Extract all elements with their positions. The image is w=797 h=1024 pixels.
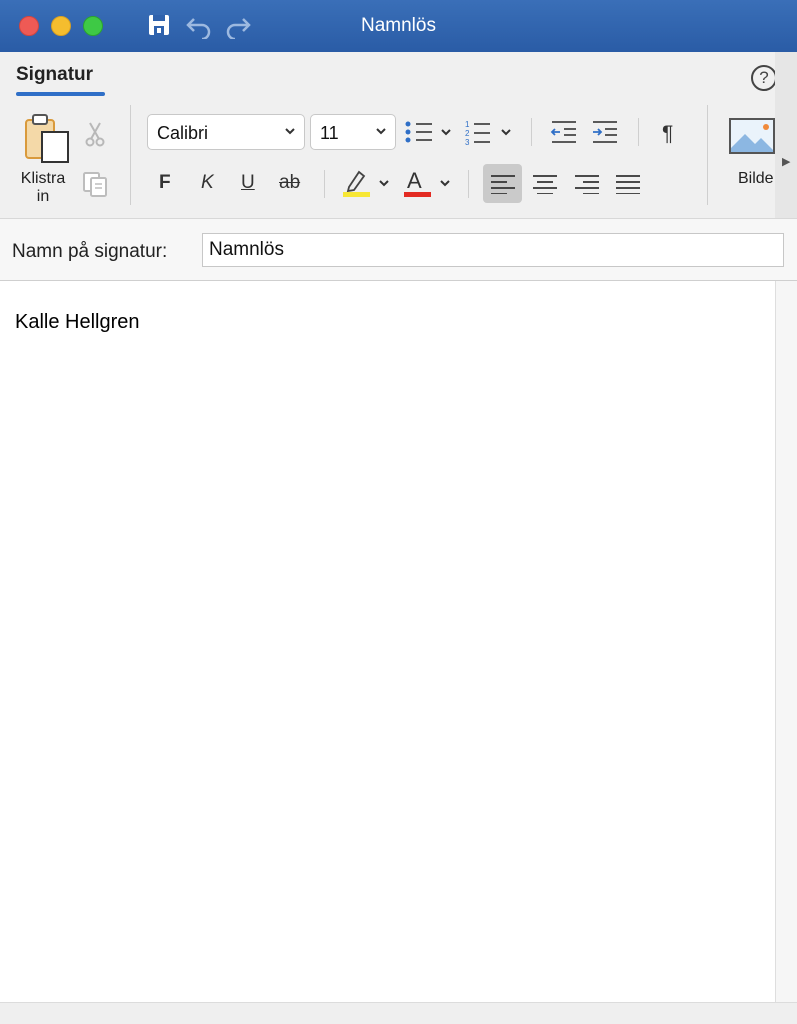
- font-size-dropdown[interactable]: 11: [310, 114, 396, 150]
- picture-label[interactable]: Bilde: [738, 170, 774, 188]
- signature-name-input[interactable]: [202, 233, 784, 267]
- ribbon-separator: [707, 105, 708, 205]
- paste-label[interactable]: Klistra in: [8, 170, 78, 206]
- cut-icon[interactable]: [84, 121, 106, 147]
- chevron-down-icon: [285, 128, 295, 135]
- ribbon-separator: [130, 105, 131, 205]
- font-family-value: Calibri: [157, 123, 209, 143]
- chevron-down-icon: [376, 128, 386, 135]
- ribbon-separator: [531, 118, 532, 146]
- tab-active-indicator: [16, 92, 105, 96]
- svg-text:3: 3: [465, 138, 470, 147]
- ribbon-overflow-area: [775, 52, 797, 218]
- signature-name-label: Namn på signatur:: [12, 241, 168, 262]
- tab-signatur[interactable]: Signatur: [16, 64, 93, 86]
- align-center-icon[interactable]: [533, 174, 557, 194]
- increase-indent-icon[interactable]: [591, 120, 619, 144]
- strikethrough-button[interactable]: ab: [279, 172, 300, 194]
- paragraph-marks-button[interactable]: ¶: [662, 122, 673, 146]
- signature-editor[interactable]: Kalle Hellgren: [0, 281, 776, 1002]
- ribbon-more-icon[interactable]: ▶: [782, 155, 790, 168]
- signature-text[interactable]: Kalle Hellgren: [15, 311, 140, 334]
- ribbon-separator: [468, 170, 469, 198]
- align-right-icon[interactable]: [575, 174, 599, 194]
- scrollbar-track[interactable]: [776, 281, 797, 1002]
- ribbon-separator: [638, 118, 639, 146]
- bold-button[interactable]: F: [159, 172, 171, 194]
- underline-button[interactable]: U: [241, 172, 255, 194]
- paste-icon[interactable]: [22, 112, 70, 164]
- svg-text:1: 1: [465, 120, 470, 129]
- font-color-icon: [404, 180, 450, 197]
- status-strip: [0, 1002, 797, 1024]
- highlight-color-icon[interactable]: [343, 168, 395, 200]
- decrease-indent-icon[interactable]: [550, 120, 578, 144]
- copy-icon[interactable]: [82, 171, 108, 197]
- bullet-list-icon[interactable]: [404, 120, 456, 146]
- justify-icon[interactable]: [616, 174, 640, 194]
- font-size-value: 11: [320, 123, 339, 143]
- help-button[interactable]: ?: [751, 65, 777, 91]
- italic-button[interactable]: K: [201, 172, 214, 194]
- title-bar: Namnlös: [0, 0, 797, 52]
- picture-icon[interactable]: [729, 118, 775, 154]
- align-left-icon[interactable]: [491, 174, 515, 194]
- ribbon: Signatur ? Klistra in Calibri 11 1 2 3 ¶…: [0, 52, 797, 218]
- window-title: Namnlös: [361, 15, 436, 36]
- ribbon-separator: [324, 170, 325, 198]
- svg-text:2: 2: [465, 129, 470, 138]
- numbered-list-icon[interactable]: 1 2 3: [464, 118, 516, 148]
- signature-name-row: Namn på signatur:: [0, 218, 797, 281]
- font-family-dropdown[interactable]: Calibri: [147, 114, 305, 150]
